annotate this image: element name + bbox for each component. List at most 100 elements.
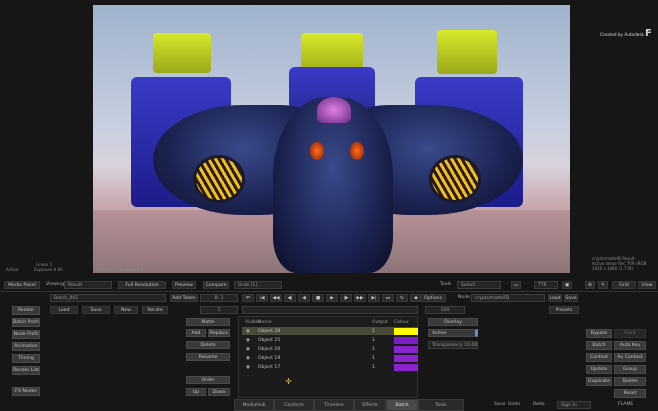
au-context-button[interactable]: Au Context	[614, 353, 646, 362]
transport-step-forward-icon[interactable]: |▶	[340, 294, 352, 302]
grab-field[interactable]: Grab [1]	[234, 281, 282, 289]
object-row[interactable]: ◉ Object 25 1	[242, 336, 418, 344]
divider	[0, 291, 658, 292]
status-app-name: FLAME	[618, 402, 634, 407]
transport-reverse-icon[interactable]: ◀	[298, 294, 310, 302]
transport-step-back-icon[interactable]: ◀|	[284, 294, 296, 302]
viewing-select[interactable]: Result	[64, 281, 112, 289]
timeline-scrub[interactable]	[242, 306, 418, 314]
save-button[interactable]: Save	[82, 306, 110, 314]
bypass-button[interactable]: Bypass	[586, 329, 612, 338]
visible-eye-icon[interactable]: ◉	[242, 338, 258, 343]
node-prefs-button[interactable]: Node Prefs	[12, 330, 40, 339]
object-colour-swatch[interactable]	[394, 345, 418, 353]
rename-button[interactable]: Rename	[186, 353, 230, 361]
transparency-field[interactable]: Transparency 10.00	[428, 341, 478, 349]
transport-start-icon[interactable]: ⏮	[242, 294, 254, 302]
display-icon[interactable]: ▣	[562, 281, 572, 289]
add-token-button[interactable]: Add Token	[170, 294, 198, 302]
load-button[interactable]: Load	[50, 306, 78, 314]
overlay-button[interactable]: Overlay	[428, 318, 478, 326]
context-button[interactable]: Context	[586, 353, 612, 362]
render-button[interactable]: Render	[12, 306, 40, 315]
tab-conform[interactable]: Conform	[274, 399, 314, 411]
batch-name-field[interactable]: Batch_001	[50, 294, 166, 302]
presets-button[interactable]: Presets	[549, 306, 579, 314]
auto-key-button[interactable]: Auto Key	[614, 341, 646, 350]
reset-button[interactable]: Reset	[614, 389, 646, 398]
visible-eye-icon[interactable]: ◉	[242, 329, 258, 334]
render-list-button[interactable]: Render List	[12, 366, 40, 375]
frame-field-b[interactable]: 1	[200, 306, 238, 314]
fx-nodes-button[interactable]: FX Nodes	[12, 387, 40, 396]
add-button[interactable]: Add	[186, 329, 206, 337]
viewer-image[interactable]	[93, 5, 570, 273]
transport-loop-icon[interactable]: ↻	[396, 294, 408, 302]
iterate-button[interactable]: Iterate	[142, 306, 168, 314]
active-toggle[interactable]: Active	[428, 329, 478, 337]
object-name: Object 26	[258, 346, 281, 352]
object-colour-swatch[interactable]	[394, 354, 418, 362]
transport-play-icon[interactable]: ▶	[326, 294, 338, 302]
update-button[interactable]: Update	[586, 365, 612, 374]
tools-select[interactable]: Select	[457, 281, 501, 289]
frame-icon[interactable]: ▭	[511, 281, 521, 289]
timing-button[interactable]: Timing	[12, 354, 40, 363]
transport-back-icon[interactable]: ◀◀	[270, 294, 282, 302]
tab-batch[interactable]: Batch	[386, 399, 418, 411]
object-row[interactable]: ◉ Object 19 1	[242, 354, 418, 362]
options-save-button[interactable]: Save	[564, 294, 578, 302]
duplicate-button[interactable]: Duplicate	[586, 377, 612, 386]
view-button[interactable]: View	[638, 281, 656, 289]
tab-tools[interactable]: Tools	[418, 399, 464, 411]
object-colour-swatch[interactable]	[394, 327, 418, 335]
object-output: 1	[372, 328, 375, 334]
delete-matte-button[interactable]: Delete	[186, 341, 230, 349]
object-colour-swatch[interactable]	[394, 336, 418, 344]
transport-prev-key-icon[interactable]: |◀	[256, 294, 268, 302]
batch-button[interactable]: Batch	[586, 341, 612, 350]
matte-button[interactable]: Matte	[186, 318, 230, 326]
order-button[interactable]: Order	[186, 376, 230, 384]
compare-button[interactable]: Compare	[203, 281, 229, 289]
ratio-select[interactable]: TTR	[534, 281, 558, 289]
object-row[interactable]: ◉ Object 17 1	[242, 363, 418, 371]
object-row[interactable]: ◉ Object 28 1	[242, 327, 418, 335]
tab-timeline[interactable]: Timeline	[314, 399, 354, 411]
node-field[interactable]: cryptomatteFB	[471, 294, 545, 302]
options-load-button[interactable]: Load	[548, 294, 562, 302]
transport-end-icon[interactable]: ⏭	[382, 294, 394, 302]
transport-next-key-icon[interactable]: ▶|	[368, 294, 380, 302]
down-button[interactable]: Down	[208, 388, 230, 396]
visible-eye-icon[interactable]: ◉	[242, 365, 258, 370]
object-colour-swatch[interactable]	[394, 363, 418, 371]
visible-eye-icon[interactable]: ◉	[242, 347, 258, 352]
replace-button[interactable]: Replace	[208, 329, 230, 337]
full-resolution-button[interactable]: Full Resolution	[118, 281, 166, 289]
tab-mediahub[interactable]: MediaHub	[234, 399, 274, 411]
eyedropper-icon[interactable]: ✎	[598, 281, 608, 289]
options-button[interactable]: Options	[420, 294, 446, 302]
status-undo[interactable]: Undo	[508, 402, 520, 407]
visible-eye-icon[interactable]: ◉	[242, 356, 258, 361]
delete-node-button[interactable]: Delete	[614, 377, 646, 386]
transport-forward-icon[interactable]: ▶▶	[354, 294, 366, 302]
front-button[interactable]: Front	[614, 329, 646, 338]
settings-icon[interactable]: ⚙	[585, 281, 595, 289]
sign-in-field[interactable]: Sign In	[557, 401, 591, 409]
group-button[interactable]: Group	[614, 365, 646, 374]
up-button[interactable]: Up	[186, 388, 206, 396]
tab-effects[interactable]: Effects	[354, 399, 386, 411]
media-panel-button[interactable]: Media Panel	[4, 281, 40, 289]
status-redo[interactable]: Redo	[533, 402, 545, 407]
grid-button[interactable]: Grid	[612, 281, 636, 289]
frame-field-a[interactable]: B: 1	[200, 294, 238, 302]
object-row[interactable]: ◉ Object 26 1	[242, 345, 418, 353]
new-button[interactable]: New	[114, 306, 138, 314]
batch-prefs-button[interactable]: Batch Prefs	[12, 318, 40, 327]
status-save[interactable]: Save	[494, 402, 505, 407]
animation-button[interactable]: Animation	[12, 342, 40, 351]
preview-button[interactable]: Preview	[172, 281, 196, 289]
options-frame-field[interactable]: 100	[425, 306, 465, 314]
transport-stop-icon[interactable]: ■	[312, 294, 324, 302]
